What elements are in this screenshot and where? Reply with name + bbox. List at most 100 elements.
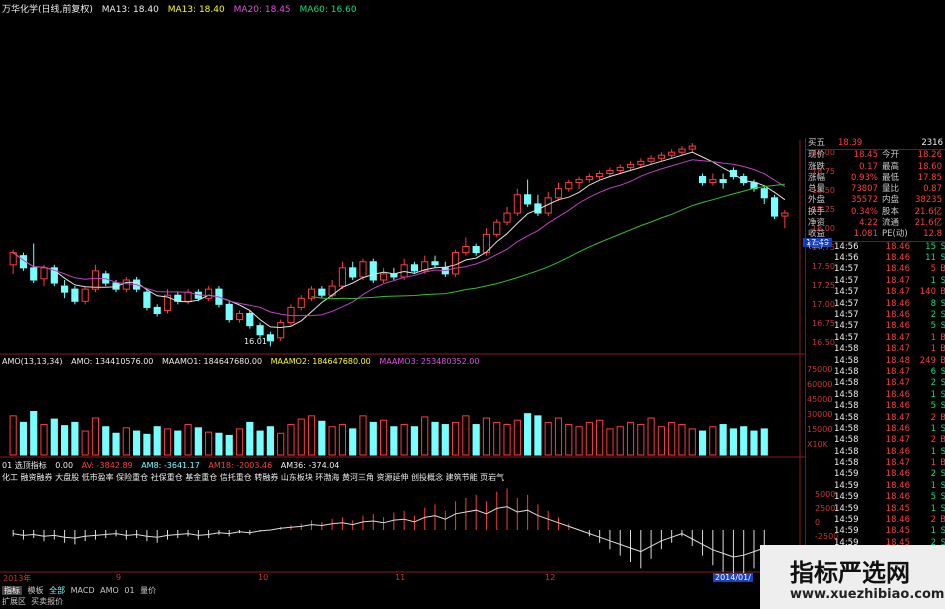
quote-row: 换手 0.34% 股本 21.6亿	[806, 207, 945, 218]
tick-direction: B	[940, 264, 945, 275]
tick-time: 14:57	[834, 264, 859, 275]
volume-bar	[122, 427, 130, 456]
volume-bar	[338, 424, 346, 456]
tick-volume: 5	[930, 264, 936, 275]
volume-bar	[133, 430, 141, 456]
tick-volume: 2	[930, 378, 936, 389]
volume-bar	[626, 421, 635, 456]
volume-bar	[287, 424, 295, 456]
volume-bar	[102, 426, 110, 456]
tab-macd[interactable]: MACD	[71, 586, 95, 595]
candle-body	[266, 334, 274, 342]
tick-time: 14:58	[834, 401, 859, 412]
quote-label: 内盘	[882, 195, 900, 206]
quote-stats: 现价 18.45 今开 18.26 涨跌 0.17 最高 18.60 涨幅 0.93…	[806, 149, 945, 251]
quote-value: 18.45	[853, 150, 878, 161]
volume-bar	[112, 432, 120, 456]
tick-volume: 15	[925, 241, 936, 252]
tick-time: 14:56	[834, 253, 859, 264]
tab-all[interactable]: 全部	[49, 586, 65, 595]
volume-bar	[441, 424, 449, 456]
candle-body	[379, 273, 388, 281]
tick-direction: S	[940, 492, 945, 503]
tick-direction: B	[940, 355, 945, 366]
volume-bar	[554, 417, 563, 456]
tab-amo[interactable]: AMO	[100, 586, 119, 595]
volume-bar	[462, 415, 470, 456]
candle-body	[153, 306, 161, 314]
time-label: 10	[258, 573, 269, 582]
tick-volume: 2	[930, 515, 936, 526]
tick-row: 14:58 18.47 6 S	[806, 367, 945, 378]
quote-value: 73807	[850, 184, 878, 195]
candle-body	[91, 270, 100, 290]
tick-time: 14:57	[834, 310, 859, 321]
tick-row: 14:57 18.46 2 S	[806, 310, 945, 321]
tab-template[interactable]: 模板	[28, 586, 44, 595]
candle-body	[472, 246, 480, 254]
quote-label: 量比	[882, 184, 900, 195]
tab-volume-price[interactable]: 量价	[140, 586, 156, 595]
candle-body	[338, 267, 346, 287]
volume-bar	[194, 427, 202, 456]
tick-volume: 2	[930, 435, 936, 446]
tick-direction: S	[940, 253, 945, 264]
tick-list[interactable]: 14:56 18.46 15 S 14:56 18.46 11 S 14:57 18…	[806, 240, 945, 572]
tick-time: 14:57	[834, 298, 859, 309]
time-label: 2014/01/	[713, 573, 753, 582]
tick-price: 18.47	[885, 275, 910, 286]
volume-bar	[163, 428, 172, 456]
tick-price: 18.48	[885, 355, 910, 366]
quote-value: 12.8	[923, 229, 942, 240]
quote-value: 0.17	[859, 161, 878, 172]
bottom-line2[interactable]: 扩展区 买卖报价	[2, 596, 63, 607]
tick-volume: 8	[930, 298, 936, 309]
quote-label: 净资	[808, 218, 826, 229]
tick-row: 14:58 18.46 5 S	[806, 401, 945, 412]
main-chart[interactable]	[0, 0, 805, 609]
tick-row: 14:57 18.47 1 B	[806, 333, 945, 344]
watermark-title: 指标严选网	[790, 559, 910, 587]
tick-direction: S	[940, 378, 945, 389]
tick-time: 14:59	[834, 480, 859, 491]
quote-label: 涨幅	[808, 172, 826, 183]
candle-body	[410, 264, 419, 272]
candle-body	[688, 145, 696, 150]
candle-body	[400, 264, 408, 278]
candle-body	[122, 279, 130, 290]
quote-value: 35572	[850, 195, 878, 206]
volume-bar	[668, 421, 676, 456]
tick-volume: 140	[919, 287, 936, 298]
tick-price: 18.47	[885, 412, 910, 423]
tick-price: 18.46	[885, 492, 910, 503]
time-label: 2013年	[3, 574, 32, 583]
volume-bar	[91, 417, 100, 456]
amo-value: AMO: 134410576.00	[71, 357, 154, 366]
indicator-am8: AM8: -3641.17	[141, 461, 200, 470]
tick-row: 14:58 18.47 2 S	[806, 378, 945, 389]
tick-direction: S	[940, 366, 945, 377]
indicator-am18: AM18: -2003.46	[208, 461, 273, 470]
tick-direction: S	[940, 526, 945, 537]
volume-bar	[349, 428, 357, 456]
candle-body	[709, 179, 717, 184]
volume-bar	[513, 419, 521, 456]
tick-direction: S	[940, 298, 945, 309]
tick-time: 14:57	[834, 287, 859, 298]
tick-volume: 11	[925, 253, 936, 264]
volume-bar	[565, 424, 573, 456]
time-label: 12	[545, 573, 556, 582]
quote-value: 21.6亿	[914, 218, 942, 229]
ma-line	[12, 151, 786, 329]
sector-tags: 化工 融资融券 大盘股 低市盈率 保险重仓 社保重仓 基金重仓 信托重仓 转融券…	[2, 473, 505, 482]
tick-row: 14:58 18.47 2 B	[806, 435, 945, 446]
candle-body	[626, 163, 635, 168]
tick-time: 14:59	[834, 492, 859, 503]
volume-bar	[61, 425, 69, 456]
volume-bar	[297, 418, 305, 456]
candle-body	[359, 261, 367, 278]
bottom-tabbar: 指标 模板 全部 MACD AMO 01 量价	[2, 585, 156, 596]
tab-01[interactable]: 01	[124, 586, 134, 595]
tab-indicator[interactable]: 指标	[2, 586, 22, 595]
tick-direction: B	[940, 332, 945, 343]
